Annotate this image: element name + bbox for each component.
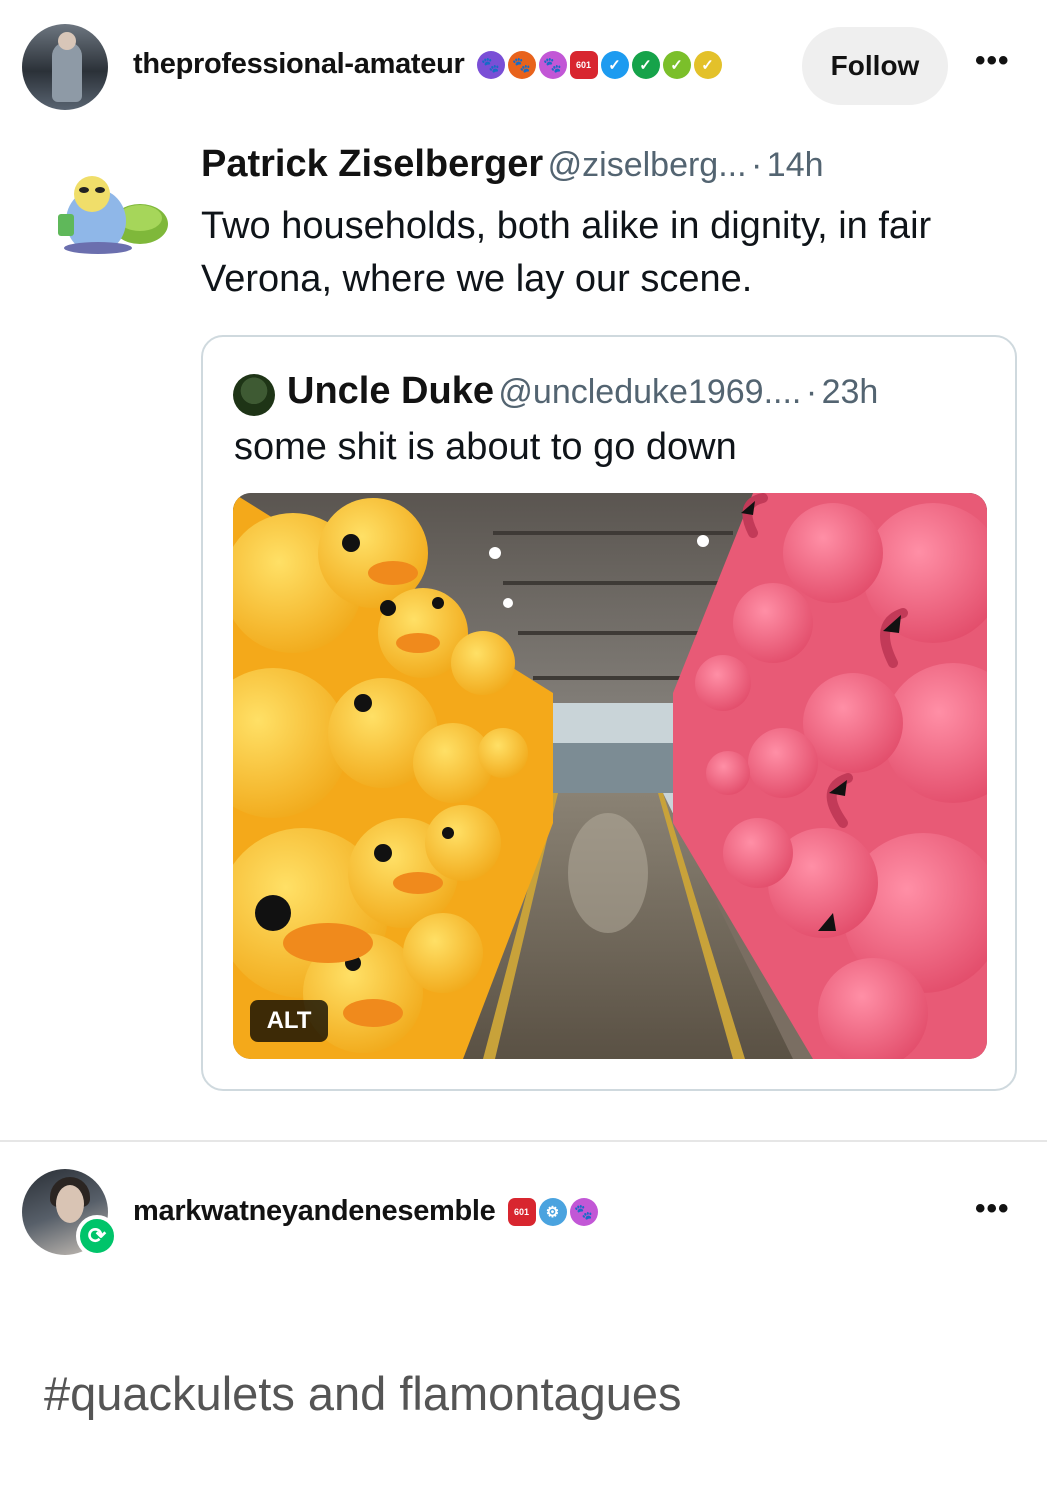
tweet-text: Two households, both alike in dignity, i… xyxy=(201,205,932,300)
hexagon-badge-icon[interactable]: 601 xyxy=(507,1197,536,1226)
tweet-avatar xyxy=(48,166,170,256)
post-author: theprofessional-amateur 🐾 🐾 🐾 601 ✓ ✓ ✓ ✓ xyxy=(133,48,722,81)
robot-badge-icon[interactable]: ⚙ xyxy=(538,1197,567,1226)
follow-button[interactable]: Follow xyxy=(802,27,948,105)
badge-list: 601 ⚙ 🐾 xyxy=(507,1197,598,1226)
reblog-icon: ⟳ xyxy=(76,1215,118,1257)
username-link[interactable]: theprofessional-amateur xyxy=(133,48,465,81)
check-badge-icon[interactable]: ✓ xyxy=(662,50,691,79)
quote-header: Uncle Duke @uncleduke1969.... · 23h xyxy=(287,370,878,413)
tweet-handle: @ziselberg... xyxy=(547,146,747,184)
avatar[interactable] xyxy=(22,24,108,110)
divider xyxy=(0,1140,1047,1142)
reblogger-username-link[interactable]: markwatneyandenesemble xyxy=(133,1195,496,1228)
warehouse-photo[interactable] xyxy=(233,493,987,1059)
tweet-header: Patrick Ziselberger @ziselberg... · 14h xyxy=(201,143,824,186)
tweet-separator: · xyxy=(751,146,763,184)
quote-avatar xyxy=(233,374,275,416)
more-options-icon[interactable]: ••• xyxy=(975,44,1010,78)
quote-text: some shit is about to go down xyxy=(234,426,737,468)
check-badge-icon[interactable]: ✓ xyxy=(693,50,722,79)
paw-badge-icon[interactable]: 🐾 xyxy=(476,50,505,79)
tweet-author-name: Patrick Ziselberger xyxy=(201,143,544,185)
paw-badge-icon[interactable]: 🐾 xyxy=(569,1197,598,1226)
tag-link[interactable]: #quackulets and flamontagues xyxy=(44,1366,682,1421)
more-options-icon[interactable]: ••• xyxy=(975,1192,1010,1226)
paw-badge-icon[interactable]: 🐾 xyxy=(538,50,567,79)
hexagon-badge-icon[interactable]: 601 xyxy=(569,50,598,79)
paw-badge-icon[interactable]: 🐾 xyxy=(507,50,536,79)
quote-author-name: Uncle Duke xyxy=(287,370,494,412)
avatar-head xyxy=(58,32,76,50)
avatar-figure xyxy=(52,42,82,102)
quote-time: 23h xyxy=(821,373,879,411)
avatar-face xyxy=(56,1185,84,1223)
quote-separator: · xyxy=(805,373,818,411)
tweet-time: 14h xyxy=(766,146,824,184)
quote-handle: @uncleduke1969.... xyxy=(498,373,802,411)
check-badge-icon[interactable]: ✓ xyxy=(631,50,660,79)
reblog-author: markwatneyandenesemble 601 ⚙ 🐾 xyxy=(133,1195,598,1228)
badge-list: 🐾 🐾 🐾 601 ✓ ✓ ✓ ✓ xyxy=(476,50,722,79)
check-badge-icon[interactable]: ✓ xyxy=(600,50,629,79)
alt-text-button[interactable]: ALT xyxy=(250,1000,328,1042)
